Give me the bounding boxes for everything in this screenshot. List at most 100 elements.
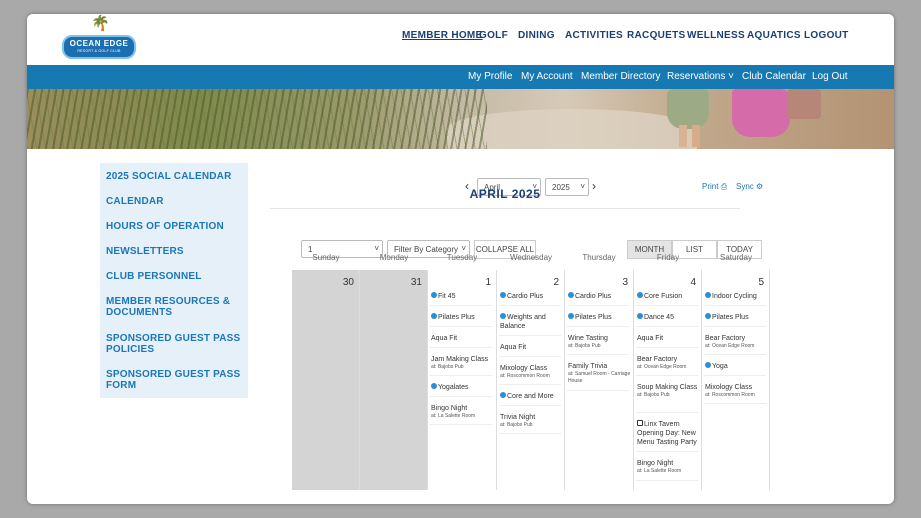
subnav-club-calendar[interactable]: Club Calendar — [742, 71, 806, 82]
sidebar-guest-pass-form[interactable]: SPONSORED GUEST PASS FORM — [106, 369, 246, 391]
day-number: 1 — [485, 277, 491, 288]
day-number: 2 — [553, 277, 559, 288]
calendar-event[interactable]: Fit 45 — [431, 292, 495, 301]
day-number: 3 — [622, 277, 628, 288]
subnav-my-account[interactable]: My Account — [521, 71, 573, 82]
info-icon — [568, 313, 574, 319]
subnav-my-profile[interactable]: My Profile — [468, 71, 512, 82]
calendar-event[interactable]: Indoor Cycling — [705, 292, 769, 301]
nav-dining[interactable]: DINING — [518, 30, 555, 41]
calendar-event[interactable]: Aqua Fit — [500, 343, 564, 352]
sync-link[interactable]: Sync ⚙ — [736, 182, 763, 191]
calendar-event[interactable]: Pilates Plus — [705, 313, 769, 322]
event-title: Core and More — [507, 393, 554, 401]
event-title: Aqua Fit — [431, 335, 458, 342]
event-location: at: La Salette Room — [637, 468, 682, 475]
nav-racquets[interactable]: RACQUETS — [627, 30, 686, 41]
calendar-event[interactable]: Bingo Night at: La Salette Room — [637, 459, 701, 475]
nav-activities[interactable]: ACTIVITIES — [565, 30, 623, 41]
event-title: Weights and Balance — [500, 314, 546, 330]
info-icon — [637, 313, 643, 319]
calendar-event[interactable]: Cardio Plus — [500, 292, 564, 301]
day-number: 30 — [342, 277, 354, 288]
calendar-day-cell[interactable]: 3 Cardio Plus Pilates Plus Wine Tasting at: … — [565, 270, 634, 490]
logo-line2: RESORT & GOLF CLUB — [77, 49, 121, 53]
event-title: Bingo Night — [637, 460, 674, 468]
calendar-day-cell[interactable]: 31 — [360, 270, 428, 490]
calendar-event[interactable]: Bear Factory at: Ocean Edge Room — [637, 355, 701, 371]
info-icon — [500, 313, 506, 319]
sidebar-club-personnel[interactable]: CLUB PERSONNEL — [106, 271, 246, 282]
subnav-reservations[interactable]: Reservations ˅ — [667, 71, 734, 82]
chevron-down-icon: ˅ — [374, 244, 379, 253]
nav-wellness[interactable]: WELLNESS — [687, 30, 745, 41]
calendar-event[interactable]: Wine Tasting at: Bajobs Pub — [568, 334, 632, 350]
event-title: Wine Tasting — [568, 335, 608, 342]
calendar-event[interactable]: Trivia Night at: Bajobs Pub — [500, 413, 564, 429]
event-title: Cardio Plus — [575, 293, 612, 300]
calendar-event[interactable]: Core and More — [500, 392, 564, 401]
event-location: at: La Salette Room — [431, 413, 476, 420]
calendar-day-cell[interactable]: 5 Indoor Cycling Pilates Plus Bear Factory a… — [702, 270, 770, 490]
info-icon — [431, 383, 437, 390]
calendar-event[interactable]: Bingo Night at: La Salette Room — [431, 404, 495, 420]
event-title: Fit 45 — [438, 293, 456, 300]
event-title: Cardio Plus — [507, 293, 544, 300]
calendar-title: APRIL 2025 — [469, 187, 541, 201]
calendar-event[interactable]: Aqua Fit — [431, 334, 495, 343]
gear-icon: ⚙ — [756, 182, 764, 191]
calendar-day-cell[interactable]: 30 — [292, 270, 360, 490]
calendar-event[interactable]: Core Fusion — [637, 292, 701, 301]
calendar-event[interactable]: Bear Factory at: Ocean Edge Room — [705, 334, 769, 350]
calendar-event[interactable]: Cardio Plus — [568, 292, 632, 301]
event-title: Pilates Plus — [575, 314, 612, 321]
event-title: Yoga — [712, 363, 728, 371]
nav-aquatics[interactable]: AQUATICS — [747, 30, 801, 41]
event-title: Bear Factory — [637, 356, 678, 363]
chevron-down-icon: ˅ — [728, 71, 734, 82]
event-location: at: Bajobs Pub — [431, 364, 464, 370]
calendar-event[interactable]: Jam Making Class at: Bajobs Pub — [431, 355, 495, 371]
event-title: Bingo Night — [431, 405, 468, 413]
sidebar-social-calendar[interactable]: 2025 SOCIAL CALENDAR — [106, 171, 246, 182]
calendar-event[interactable]: Pilates Plus — [431, 313, 495, 322]
calendar-event[interactable]: Aqua Fit — [637, 334, 701, 343]
calendar-event[interactable]: Mixology Class at: Roscommon Room — [500, 364, 564, 380]
day-number: 31 — [410, 277, 422, 288]
nav-golf[interactable]: GOLF — [479, 30, 508, 41]
calendar-event[interactable]: Yoga — [705, 362, 769, 371]
sidebar-guest-pass-policies[interactable]: SPONSORED GUEST PASS POLICIES — [106, 333, 246, 355]
main-nav: MEMBER HOME GOLF DINING ACTIVITIES RACQU… — [27, 30, 894, 44]
sidebar-newsletters[interactable]: NEWSLETTERS — [106, 246, 246, 257]
nav-member-home[interactable]: MEMBER HOME — [402, 30, 483, 41]
calendar-day-cell[interactable]: 4 Core Fusion Dance 45 Aqua Fit Bear Factory… — [634, 270, 702, 490]
info-icon — [705, 292, 711, 298]
calendar-event[interactable]: Family Trivia at: Samuel Room - Carriage … — [568, 362, 632, 385]
sidebar-hours[interactable]: HOURS OF OPERATION — [106, 221, 246, 232]
sidebar-calendar[interactable]: CALENDAR — [106, 196, 246, 207]
sidebar-member-resources[interactable]: MEMBER RESOURCES & DOCUMENTS — [106, 296, 246, 318]
site-header: 🌴 OCEAN EDGE RESORT & GOLF CLUB MEMBER H… — [27, 14, 894, 65]
subnav-member-directory[interactable]: Member Directory — [581, 71, 660, 82]
event-location: at: Ocean Edge Room — [637, 364, 687, 370]
calendar-event[interactable]: Weights and Balance — [500, 313, 564, 331]
calendar-event[interactable]: Pilates Plus — [568, 313, 632, 322]
event-location: at: Bajobs Pub — [637, 392, 670, 399]
calendar-sidebar: 2025 SOCIAL CALENDAR CALENDAR HOURS OF O… — [100, 163, 248, 398]
calendar-day-cell[interactable]: 1 Fit 45 Pilates Plus Aqua Fit Jam Making Cl… — [428, 270, 497, 490]
calendar-event[interactable]: Mixology Class at: Roscommon Room — [705, 383, 769, 399]
subnav-log-out[interactable]: Log Out — [812, 71, 848, 82]
calendar-event[interactable]: Yogalates — [431, 383, 495, 392]
calendar-day-cell[interactable]: 2 Cardio Plus Weights and Balance Aqua Fit M… — [497, 270, 565, 490]
weekday-thursday: Thursday — [582, 253, 616, 262]
event-title: Mixology Class — [500, 365, 548, 372]
info-icon — [431, 313, 437, 319]
weekday-friday: Friday — [656, 253, 680, 262]
nav-logout[interactable]: LOGOUT — [804, 30, 849, 41]
calendar-event[interactable]: Soup Making Class at: Bajobs Pub — [637, 383, 701, 399]
calendar-event[interactable]: Linx Tavern Opening Day: New Menu Tastin… — [637, 420, 701, 447]
info-icon — [568, 292, 574, 298]
event-location: at: Samuel Room - Carriage House — [568, 371, 631, 385]
calendar-event[interactable]: Dance 45 — [637, 313, 701, 322]
event-title: Linx Tavern Opening Day: New Menu Tastin… — [637, 421, 697, 447]
